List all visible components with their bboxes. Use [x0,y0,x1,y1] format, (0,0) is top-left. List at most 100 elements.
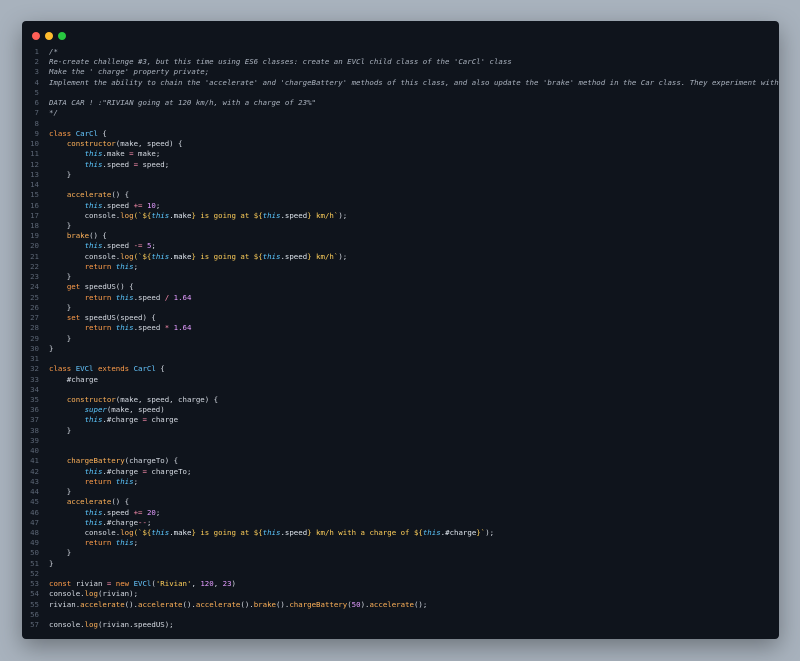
line-number: 14 [30,180,39,190]
code-line: 35 constructor(make, speed, charge) { [22,395,779,405]
line-number: 24 [30,282,39,292]
code-token: 23 [222,579,232,589]
line-number: 38 [30,425,39,435]
code-editor[interactable]: 1 /* 2 Re-create challenge #3, but this tim… [22,47,779,630]
code-line: 5 [22,88,779,98]
code-token: chargeBattery [66,456,125,466]
code-token: class [49,128,76,138]
line-number: 30 [30,343,39,353]
code-token: .speed [280,210,308,220]
code-token: ); [485,528,495,538]
code-token: console. [49,589,85,599]
line-number: 13 [30,169,39,179]
line-number: 3 [34,67,39,77]
code-token: 20 [146,507,156,517]
line-number: 12 [30,159,39,169]
code-token: (`${ [133,528,152,538]
line-number: 51 [30,558,39,568]
code-line: 3 Make the ' charge' property private; [22,67,779,77]
code-line: 23 } [22,272,779,282]
code-line: 36 super(make, speed) [22,405,779,415]
code-line: 9 class CarCl { [22,129,779,139]
code-token: log [120,210,134,220]
code-token: this [115,292,134,302]
line-number: 22 [30,261,39,271]
code-token: this [84,200,103,210]
code-token: charge [146,415,179,425]
line-number: 49 [30,538,39,548]
line-number: 53 [30,579,39,589]
code-token: chargeTo; [146,466,192,476]
code-token: this [84,466,103,476]
code-line: 13 } [22,170,779,180]
line-number: 44 [30,487,39,497]
code-token: (speed) { [115,313,156,323]
code-token: 1.64 [173,323,192,333]
code-line: 32 class EVCl extends CarCl { [22,364,779,374]
line-number: 21 [30,251,39,261]
code-line: 28 return this.speed * 1.64 [22,323,779,333]
code-token: return [84,261,116,271]
code-token: EVCl [133,579,152,589]
code-line: 52 [22,569,779,579]
close-window-button[interactable] [32,32,40,40]
code-line: 6 DATA CAR ! :"RIVIAN going at 120 km/h, … [22,98,779,108]
code-line: 37 this.#charge = charge [22,415,779,425]
code-token: } [49,220,72,230]
minimize-window-button[interactable] [45,32,53,40]
code-token: constructor [66,139,116,149]
code-token: .make [102,149,130,159]
zoom-window-button[interactable] [58,32,66,40]
code-token: 50 [351,599,361,609]
code-line: 2 Re-create challenge #3, but this time u… [22,57,779,67]
code-token: .speed [102,241,134,251]
code-line: 54 console.log(rivian); [22,589,779,599]
code-line: 17 console.log(`${this.make} is going at… [22,211,779,221]
code-token: .speed [102,159,134,169]
line-number: 18 [30,220,39,230]
code-token: } [49,169,72,179]
code-line: 41 chargeBattery(chargeTo) { [22,456,779,466]
code-token: ) [231,579,236,589]
code-token: console. [49,620,85,630]
code-token: constructor [66,394,116,404]
code-token: }` [476,528,486,538]
code-line: 14 [22,180,779,190]
code-token: } [49,343,54,353]
line-number: 23 [30,272,39,282]
code-token: CarCl [75,128,98,138]
code-line: 43 return this; [22,477,779,487]
code-token: log [84,589,98,599]
code-line: 31 [22,354,779,364]
code-line: 26 } [22,303,779,313]
code-token: (rivian.speedUS); [97,620,174,630]
code-token: accelerate [66,497,112,507]
code-line: 24 get speedUS() { [22,282,779,292]
code-line: 19 brake() { [22,231,779,241]
line-number: 28 [30,323,39,333]
code-line: 51} [22,559,779,569]
line-number: 26 [30,302,39,312]
code-token: chargeBattery [289,599,348,609]
line-number: 57 [30,620,39,630]
line-number: 10 [30,139,39,149]
code-token: class [49,364,76,374]
code-token: ; [133,261,139,271]
code-token: return [84,292,116,302]
line-number: 2 [34,57,39,67]
code-line: 56 [22,610,779,620]
code-token: () { [111,190,130,200]
code-token: this [84,517,103,527]
line-number: 40 [30,446,39,456]
code-token: () { [111,497,130,507]
code-token: (rivian); [97,589,139,599]
code-token: accelerate [195,599,241,609]
line-number: 33 [30,374,39,384]
line-number: 36 [30,405,39,415]
